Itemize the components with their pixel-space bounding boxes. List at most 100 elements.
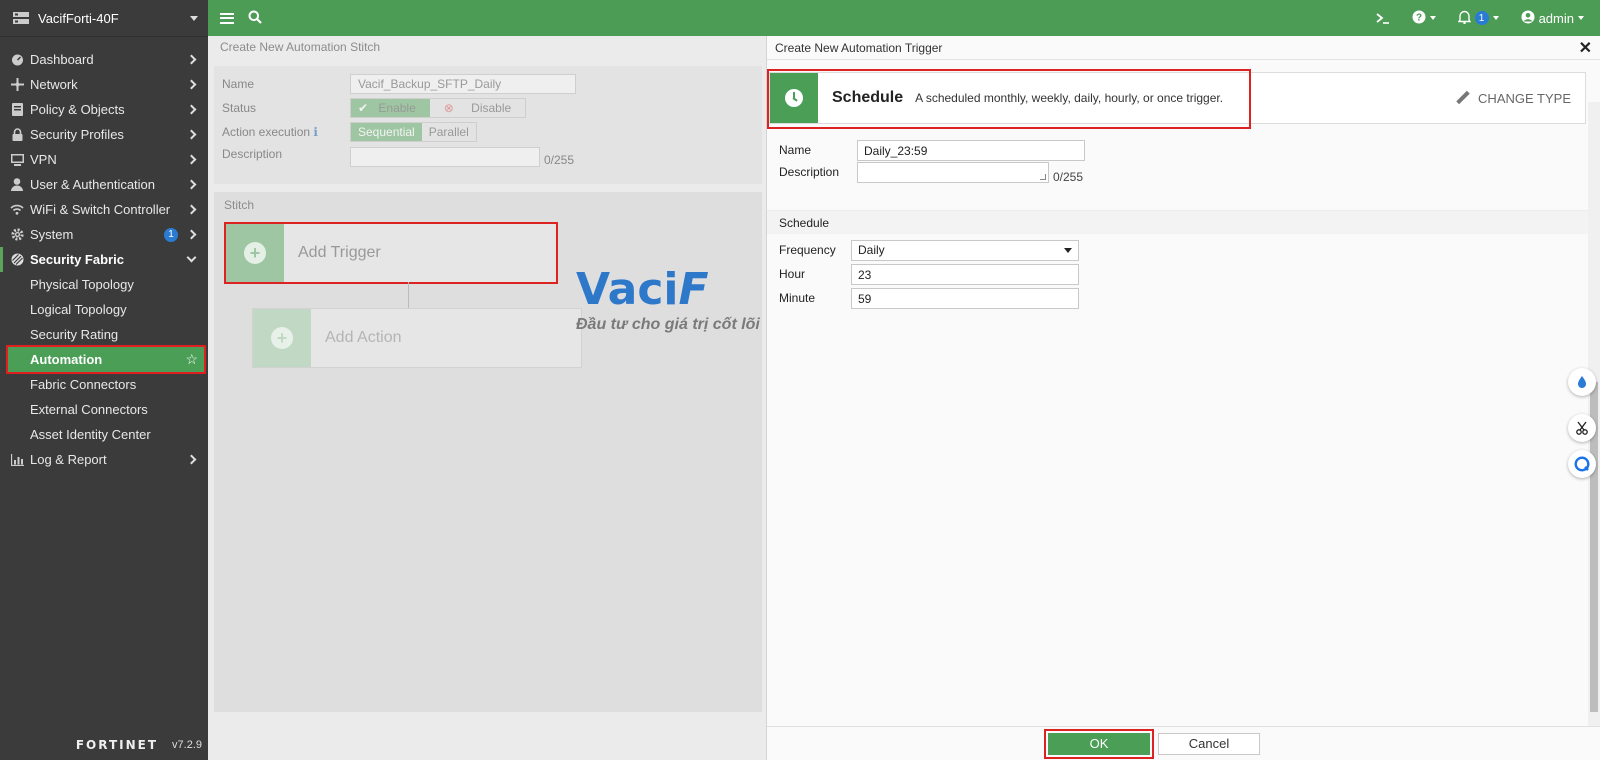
parallel-option[interactable]: Parallel — [422, 123, 476, 141]
scissors-icon[interactable] — [1568, 414, 1596, 442]
user-icon — [10, 178, 24, 192]
sidebar-item-network[interactable]: Network — [0, 72, 208, 97]
sidebar-sub-security-rating[interactable]: Security Rating — [0, 322, 208, 347]
gear-icon — [10, 228, 24, 242]
trigger-type-description: A scheduled monthly, weekly, daily, hour… — [915, 91, 1224, 105]
fabric-icon — [10, 253, 24, 267]
sidebar-sub-external-connectors[interactable]: External Connectors — [0, 397, 208, 422]
trigger-form: Name Daily_23:59 Description 0/255 — [767, 124, 1600, 192]
hour-input[interactable]: 23 — [851, 263, 1079, 285]
chevron-right-icon — [186, 454, 197, 465]
trigger-type-name: Schedule — [832, 89, 904, 106]
sidebar-item-label: WiFi & Switch Controller — [30, 202, 171, 217]
close-icon[interactable]: ✕ — [1579, 38, 1592, 58]
lock-icon — [10, 128, 24, 142]
status-toggle: ✔ Enable ⊗ Disable — [350, 98, 527, 118]
sidebar-item-wifi-switch[interactable]: WiFi & Switch Controller — [0, 197, 208, 222]
sidebar-item-log-report[interactable]: Log & Report — [0, 447, 208, 472]
chevron-right-icon — [186, 104, 197, 115]
water-drop-icon[interactable] — [1568, 368, 1596, 396]
sidebar-sub-fabric-connectors[interactable]: Fabric Connectors — [0, 372, 208, 397]
sidebar-item-security-profiles[interactable]: Security Profiles — [0, 122, 208, 147]
sidebar-item-label: VPN — [30, 152, 57, 167]
sidebar-item-label: Log & Report — [30, 452, 107, 467]
search-icon[interactable] — [248, 10, 262, 27]
frequency-select[interactable]: Daily — [851, 239, 1079, 261]
page-title: Create New Automation Stitch — [220, 40, 381, 54]
disable-label: Disable — [471, 101, 512, 115]
action-execution-label: Action execution ℹ — [222, 125, 350, 139]
star-icon[interactable]: ☆ — [185, 351, 198, 368]
notifications-menu[interactable]: 1 — [1457, 10, 1499, 27]
chevron-right-icon — [186, 54, 197, 65]
disable-option[interactable]: ⊗ Disable — [430, 99, 525, 117]
enable-option[interactable]: ✔ Enable — [351, 99, 430, 117]
add-trigger-button[interactable]: + Add Trigger — [224, 222, 558, 284]
user-menu[interactable]: admin — [1521, 10, 1584, 27]
sidebar-item-label: Logical Topology — [30, 302, 127, 317]
vpn-icon — [10, 153, 24, 167]
add-action-button[interactable]: + Add Action — [252, 308, 582, 368]
chevron-right-icon — [186, 204, 197, 215]
sidebar-sub-physical-topology[interactable]: Physical Topology — [0, 272, 208, 297]
top-bar: ? 1 admin — [208, 0, 1600, 36]
sequential-option[interactable]: Sequential — [351, 123, 422, 141]
description-counter: 0/255 — [1053, 170, 1084, 184]
chart-icon — [10, 453, 24, 467]
notification-badge: 1 — [1474, 11, 1489, 25]
device-icon — [12, 10, 30, 26]
sidebar-item-label: Network — [30, 77, 78, 92]
sidebar-sub-logical-topology[interactable]: Logical Topology — [0, 297, 208, 322]
sidebar-sub-automation[interactable]: Automation ☆ — [6, 345, 206, 374]
automation-stitch-page: Create New Automation Stitch Name Vacif_… — [208, 36, 768, 760]
schedule-section-header: Schedule — [767, 210, 1600, 234]
stitch-area: Stitch + Add Trigger + Add Action — [214, 192, 762, 712]
trigger-name-input[interactable]: Daily_23:59 — [857, 139, 1085, 161]
stitch-description-input[interactable] — [350, 147, 540, 167]
sidebar-item-policy-objects[interactable]: Policy & Objects — [0, 97, 208, 122]
chevron-right-icon — [186, 154, 197, 165]
help-icon: ? — [1412, 10, 1426, 27]
dashboard-icon — [10, 53, 24, 67]
info-icon: ℹ — [313, 125, 318, 139]
device-header[interactable]: VacifForti-40F — [0, 0, 208, 37]
ok-button[interactable]: OK — [1044, 728, 1154, 759]
sidebar-item-security-fabric[interactable]: Security Fabric — [0, 247, 208, 272]
sidebar-sub-asset-identity-center[interactable]: Asset Identity Center — [0, 422, 208, 447]
pencil-icon — [1456, 91, 1470, 105]
chat-bubble-icon[interactable] — [1568, 450, 1596, 478]
fortinet-logo: FORTINET — [75, 738, 159, 752]
cli-console-icon[interactable] — [1376, 12, 1390, 24]
sidebar-item-vpn[interactable]: VPN — [0, 147, 208, 172]
schedule-form: Frequency Daily Hour 23 Minute 59 — [767, 234, 1600, 310]
device-name: VacifForti-40F — [38, 10, 119, 26]
sidebar-item-label: Physical Topology — [30, 277, 134, 292]
help-menu[interactable]: ? — [1412, 10, 1436, 27]
chevron-down-icon — [1578, 16, 1584, 20]
policy-icon — [10, 103, 24, 117]
status-label: Status — [222, 101, 257, 115]
minute-input[interactable]: 59 — [851, 287, 1079, 309]
cancel-button[interactable]: Cancel — [1158, 732, 1260, 755]
trigger-description-input[interactable] — [857, 162, 1049, 183]
name-label: Name — [222, 77, 255, 91]
sidebar-item-label: Security Fabric — [30, 252, 124, 267]
wifi-icon — [10, 203, 24, 217]
hour-label: Hour — [779, 267, 806, 281]
sidebar-item-label: Security Profiles — [30, 127, 124, 142]
sidebar-item-user-authentication[interactable]: User & Authentication — [0, 172, 208, 197]
sidebar-item-system[interactable]: System 1 — [0, 222, 208, 247]
sidebar-item-label: Security Rating — [30, 327, 119, 342]
user-circle-icon — [1521, 10, 1535, 27]
name-label: Name — [779, 143, 812, 157]
chevron-right-icon — [186, 179, 197, 190]
sidebar-item-label: User & Authentication — [30, 177, 156, 192]
sidebar-item-dashboard[interactable]: Dashboard — [0, 47, 208, 72]
menu-icon[interactable] — [220, 12, 234, 24]
enable-label: Enable — [378, 101, 416, 115]
change-type-button[interactable]: CHANGE TYPE — [1456, 91, 1585, 106]
chevron-down-icon[interactable] — [190, 15, 198, 21]
stitch-name-input[interactable]: Vacif_Backup_SFTP_Daily — [350, 74, 576, 94]
sidebar-item-label: External Connectors — [30, 402, 148, 417]
bell-icon — [1457, 10, 1471, 27]
